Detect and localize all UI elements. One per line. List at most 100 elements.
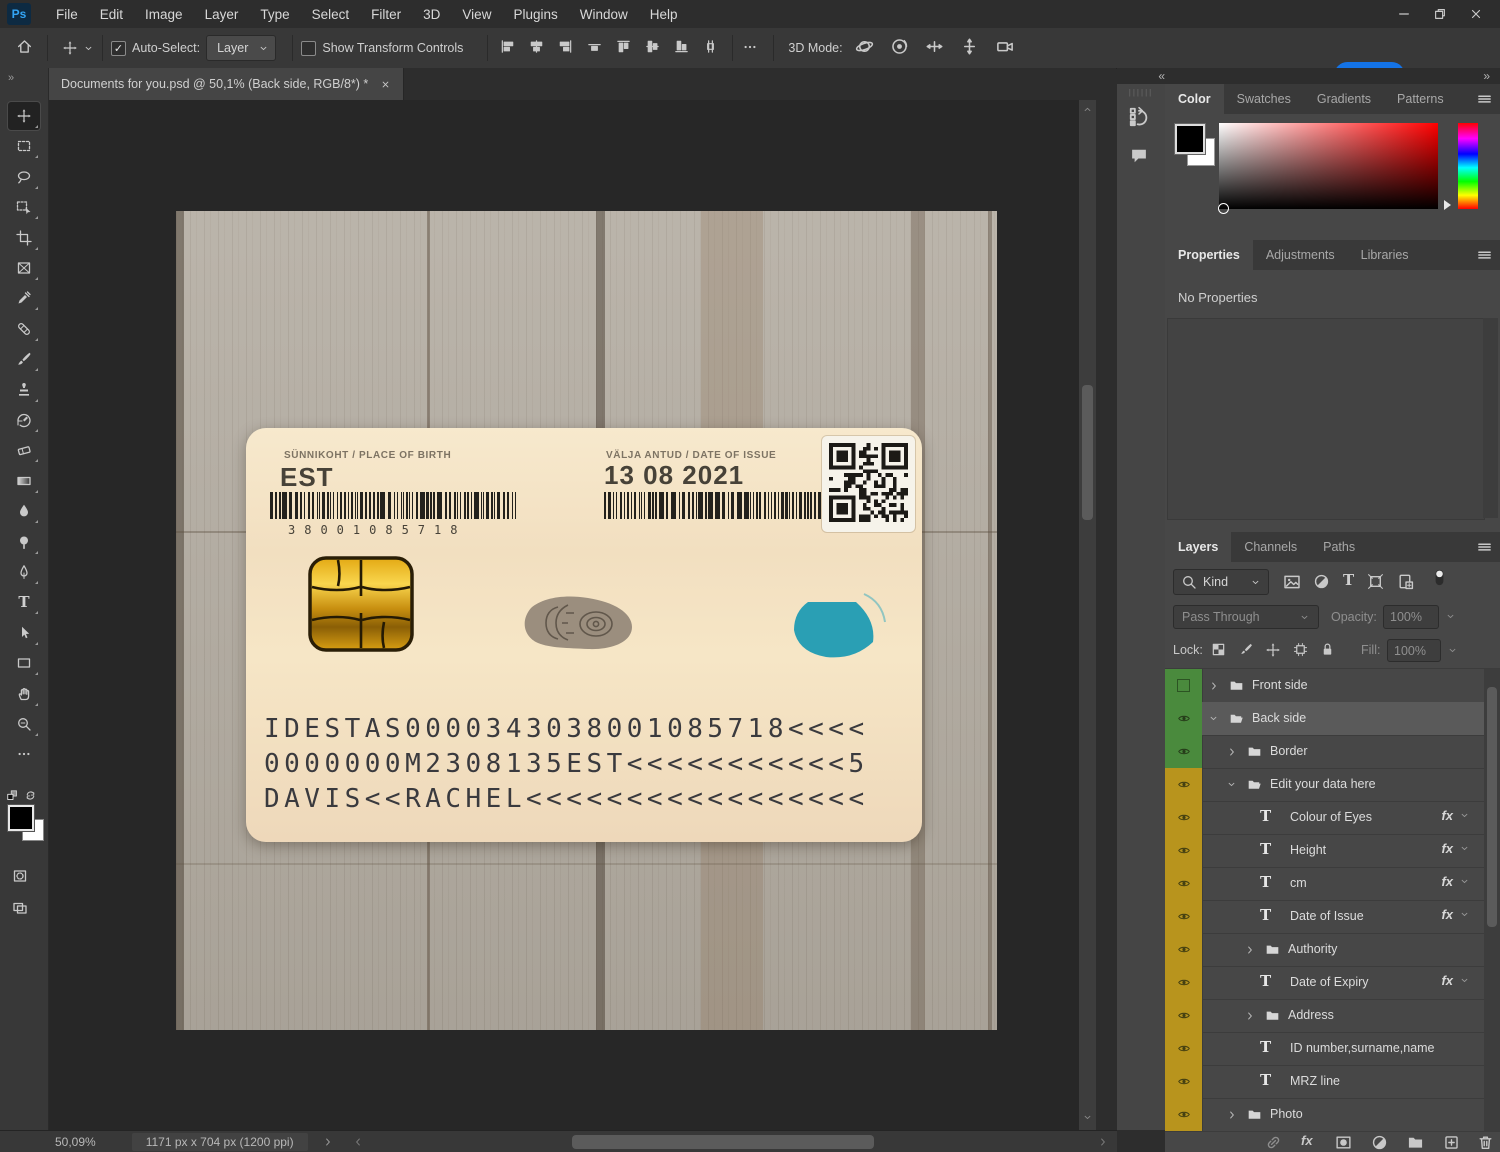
- 3d-slide-button[interactable]: [960, 37, 979, 59]
- chevron-down-icon[interactable]: [1459, 975, 1470, 986]
- link-layers-button[interactable]: [1265, 1134, 1282, 1152]
- scroll-up-icon[interactable]: [1082, 104, 1093, 115]
- vertical-scroll-thumb[interactable]: [1082, 385, 1093, 520]
- tab-layers[interactable]: Layers: [1165, 532, 1231, 562]
- hue-marker[interactable]: [1444, 200, 1451, 210]
- layer-visibility-toggle[interactable]: [1165, 966, 1203, 999]
- tab-color[interactable]: Color: [1165, 84, 1224, 114]
- fill-field[interactable]: 100%: [1387, 639, 1441, 662]
- 3d-roll-button[interactable]: [890, 37, 909, 59]
- layer-visibility-toggle[interactable]: [1165, 1032, 1203, 1065]
- lasso-tool[interactable]: [8, 163, 40, 191]
- menu-3d[interactable]: 3D: [412, 2, 451, 27]
- brush-tool[interactable]: [8, 345, 40, 373]
- layer-visibility-toggle[interactable]: [1165, 999, 1203, 1032]
- chevron-right-icon[interactable]: [1208, 680, 1220, 692]
- gradient-tool[interactable]: [8, 467, 40, 495]
- layer-row-border[interactable]: Border: [1165, 735, 1484, 769]
- menu-help[interactable]: Help: [639, 2, 689, 27]
- restore-button[interactable]: [1422, 0, 1458, 28]
- comments-panel-button[interactable]: [1129, 146, 1149, 169]
- layer-effects-badge[interactable]: fx: [1441, 841, 1470, 856]
- quick-mask-button[interactable]: [12, 868, 28, 887]
- layer-row-colour-of-eyes[interactable]: TColour of Eyesfx: [1165, 801, 1484, 835]
- layer-row-address[interactable]: Address: [1165, 999, 1484, 1033]
- chevron-down-icon[interactable]: [1459, 810, 1470, 821]
- chevron-right-icon[interactable]: [1244, 1010, 1256, 1022]
- layer-style-button[interactable]: fx: [1301, 1133, 1313, 1148]
- layer-row-authority[interactable]: Authority: [1165, 933, 1484, 967]
- distribute-horizontal-button[interactable]: [587, 39, 602, 57]
- home-button[interactable]: [16, 38, 33, 58]
- foreground-color-swatch[interactable]: [8, 805, 34, 831]
- healing-brush-tool[interactable]: [8, 315, 40, 343]
- new-layer-button[interactable]: [1443, 1134, 1460, 1152]
- blend-mode-dropdown[interactable]: Pass Through: [1173, 605, 1319, 629]
- eraser-tool[interactable]: [8, 436, 40, 464]
- layer-effects-badge[interactable]: fx: [1441, 808, 1470, 823]
- filter-smart-objects-button[interactable]: [1397, 573, 1414, 593]
- color-picker-cursor[interactable]: [1218, 203, 1229, 214]
- hue-slider[interactable]: [1458, 123, 1478, 209]
- add-mask-button[interactable]: [1335, 1134, 1352, 1152]
- opacity-field[interactable]: 100%: [1383, 605, 1439, 629]
- tab-properties[interactable]: Properties: [1165, 240, 1253, 270]
- layer-row-mrz-line[interactable]: TMRZ line: [1165, 1065, 1484, 1099]
- expand-panels-button[interactable]: »: [1483, 69, 1490, 83]
- layers-panel-menu-icon[interactable]: [1477, 540, 1492, 555]
- layer-row-date-of-expiry[interactable]: TDate of Expiryfx: [1165, 966, 1484, 1000]
- filter-shape-layers-button[interactable]: [1367, 573, 1384, 593]
- auto-select-target-dropdown[interactable]: Layer: [206, 35, 276, 61]
- horizontal-scrollbar[interactable]: [372, 1135, 1089, 1149]
- history-brush-tool[interactable]: [8, 406, 40, 434]
- zoom-tool[interactable]: [8, 710, 40, 738]
- hand-tool[interactable]: [8, 680, 40, 708]
- close-tab-icon[interactable]: [380, 79, 391, 90]
- chevron-right-icon[interactable]: [1226, 1109, 1238, 1121]
- align-left-button[interactable]: [500, 39, 515, 57]
- collapse-tools-button[interactable]: »: [8, 72, 14, 84]
- layer-visibility-toggle[interactable]: [1165, 1098, 1203, 1131]
- canvas-image[interactable]: SÜNNIKOHT / PLACE OF BIRTH EST 380010857…: [176, 211, 997, 1030]
- opacity-chevron-icon[interactable]: [1445, 611, 1456, 622]
- layer-row-id-number-surname-name[interactable]: TID number,surname,name: [1165, 1032, 1484, 1066]
- chevron-right-icon[interactable]: [1226, 746, 1238, 758]
- layer-visibility-toggle[interactable]: [1165, 801, 1203, 834]
- delete-layer-button[interactable]: [1477, 1134, 1494, 1152]
- tab-adjustments[interactable]: Adjustments: [1253, 240, 1348, 270]
- align-right-button[interactable]: [558, 39, 573, 57]
- frame-tool[interactable]: [8, 254, 40, 282]
- auto-select-checkbox[interactable]: ✓: [111, 41, 126, 56]
- layer-row-height[interactable]: THeightfx: [1165, 834, 1484, 868]
- horizontal-scroll-thumb[interactable]: [572, 1135, 873, 1149]
- scroll-right-icon[interactable]: [1097, 1136, 1109, 1148]
- filter-toggle[interactable]: [1431, 568, 1448, 590]
- properties-scrollbar[interactable]: [1483, 318, 1498, 518]
- fill-chevron-icon[interactable]: [1447, 645, 1458, 656]
- collapse-panels-button[interactable]: «: [1158, 69, 1165, 83]
- layer-visibility-toggle[interactable]: [1165, 768, 1203, 801]
- tab-paths[interactable]: Paths: [1310, 532, 1368, 562]
- document-tab[interactable]: Documents for you.psd @ 50,1% (Back side…: [49, 68, 404, 100]
- tab-swatches[interactable]: Swatches: [1224, 84, 1304, 114]
- layer-visibility-toggle[interactable]: [1165, 1065, 1203, 1098]
- layer-visibility-toggle[interactable]: [1165, 669, 1203, 702]
- lock-position-button[interactable]: [1265, 642, 1281, 661]
- chevron-down-icon[interactable]: [1208, 713, 1219, 724]
- tab-patterns[interactable]: Patterns: [1384, 84, 1457, 114]
- 3d-orbit-button[interactable]: [855, 37, 874, 59]
- lock-all-button[interactable]: [1320, 642, 1335, 660]
- new-adjustment-button[interactable]: [1371, 1134, 1388, 1152]
- align-bottom-button[interactable]: [674, 39, 689, 57]
- crop-tool[interactable]: [8, 224, 40, 252]
- menu-type[interactable]: Type: [249, 2, 300, 27]
- tab-gradients[interactable]: Gradients: [1304, 84, 1384, 114]
- filter-kind-dropdown[interactable]: Kind: [1173, 569, 1269, 595]
- menu-view[interactable]: View: [451, 2, 502, 27]
- chevron-right-icon[interactable]: [1244, 944, 1256, 956]
- swap-colors-icon[interactable]: [24, 789, 37, 802]
- layer-visibility-toggle[interactable]: [1165, 933, 1203, 966]
- filter-type-layers-button[interactable]: T: [1343, 571, 1354, 589]
- 3d-pan-button[interactable]: [925, 37, 944, 59]
- properties-panel-menu-icon[interactable]: [1477, 248, 1492, 263]
